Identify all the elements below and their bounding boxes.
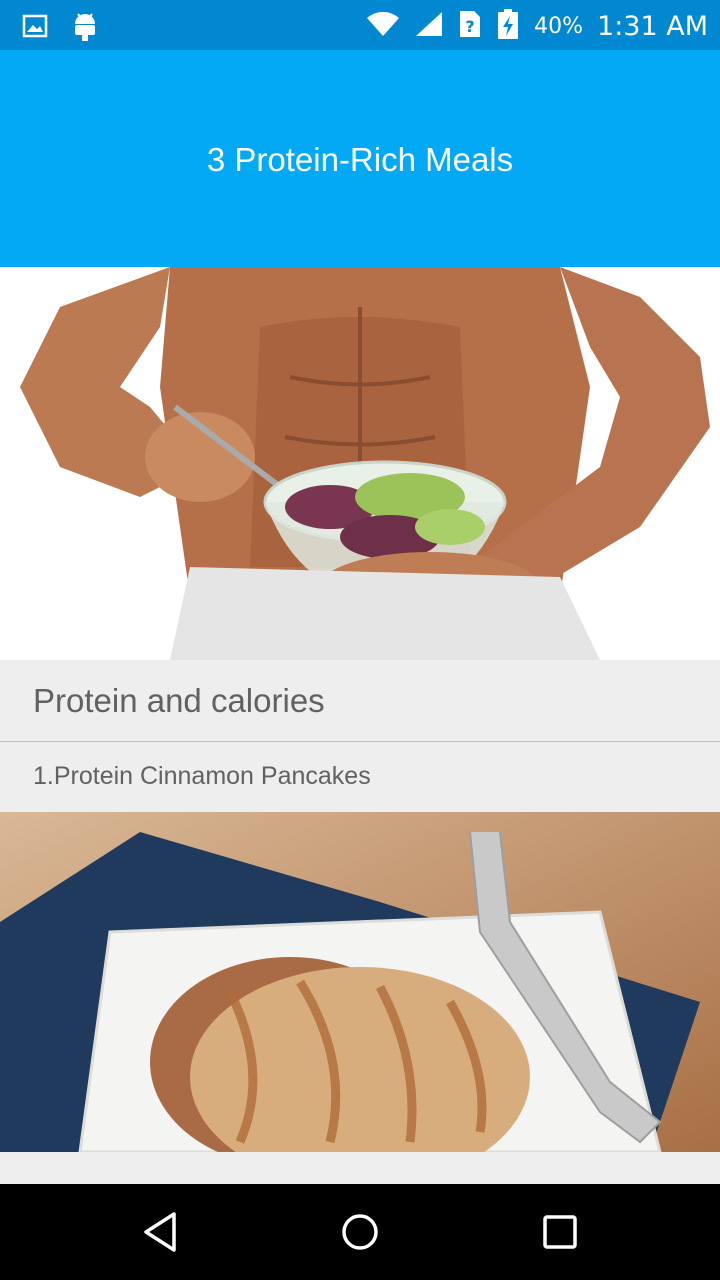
man-eating-salad-image	[0, 267, 720, 660]
sim-unknown-icon: ?	[458, 9, 482, 43]
system-nav-bar	[0, 1184, 720, 1280]
list-item[interactable]: 1.Protein Cinnamon Pancakes	[0, 742, 720, 812]
list-item-title: 1.Protein Cinnamon Pancakes	[33, 762, 371, 790]
clock: 1:31 AM	[597, 10, 708, 42]
wifi-icon	[366, 11, 400, 41]
image-icon	[22, 13, 48, 43]
cinnamon-pancakes-image	[0, 812, 720, 1152]
list-divider-gap	[0, 1152, 720, 1184]
section-header: Protein and calories	[0, 660, 720, 742]
svg-text:?: ?	[465, 17, 474, 36]
back-icon[interactable]	[136, 1208, 184, 1256]
page-title: 3 Protein-Rich Meals	[206, 140, 514, 178]
section-title: Protein and calories	[33, 682, 325, 719]
home-icon[interactable]	[336, 1208, 384, 1256]
battery-percent: 40%	[534, 13, 584, 39]
app-bar: 3 Protein-Rich Meals	[0, 50, 720, 267]
android-icon	[72, 10, 98, 46]
signal-icon	[414, 10, 444, 42]
status-bar: ? 40% 1:31 AM	[0, 0, 720, 50]
battery-charging-icon	[496, 8, 520, 44]
recents-icon[interactable]	[536, 1208, 584, 1256]
